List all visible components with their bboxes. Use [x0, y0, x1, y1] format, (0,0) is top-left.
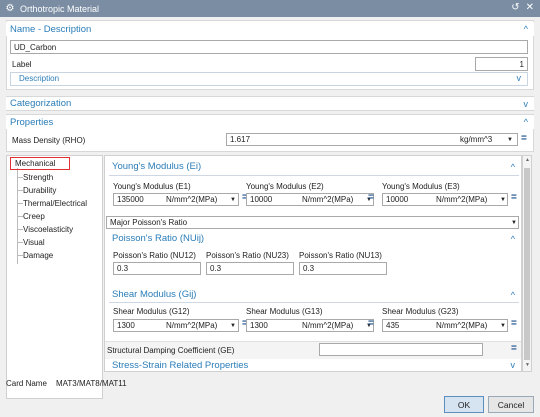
dropdown-arrow-icon[interactable]: ▼: [230, 323, 236, 329]
e1-value: 135000: [117, 195, 144, 204]
nu13-input[interactable]: 0.3: [299, 262, 387, 275]
chevron-up-icon[interactable]: ^: [511, 162, 515, 172]
dropdown-arrow-icon[interactable]: ▼: [511, 220, 517, 226]
tree-item-thermal-electrical[interactable]: Thermal/Electrical: [23, 198, 87, 209]
cancel-button[interactable]: Cancel: [488, 396, 534, 413]
chevron-up-icon[interactable]: ^: [511, 234, 515, 244]
g12-unit: N/mm^2(MPa): [166, 321, 218, 330]
tree-item-visual[interactable]: Visual: [23, 237, 45, 248]
label-input[interactable]: 1: [475, 57, 528, 71]
chevron-down-icon[interactable]: v: [511, 360, 516, 370]
formula-button-icon[interactable]: =: [368, 318, 374, 329]
formula-button-icon[interactable]: =: [511, 343, 517, 354]
e1-field[interactable]: 135000 N/mm^2(MPa) ▼: [113, 193, 239, 206]
category-tree: Mechanical Strength Durability Thermal/E…: [6, 155, 103, 399]
properties-header[interactable]: Properties ^: [6, 115, 534, 129]
nu12-label: Poisson's Ratio (NU12): [113, 251, 196, 260]
poisson-ratio-title: Poisson's Ratio (NUij): [112, 233, 205, 244]
damping-input[interactable]: [319, 343, 483, 356]
label-caption: Label: [12, 60, 32, 69]
tree-item-durability[interactable]: Durability: [23, 185, 56, 196]
mass-density-unit: kg/mm^3: [460, 135, 493, 144]
tree-item-strength[interactable]: Strength: [23, 172, 53, 183]
name-description-header[interactable]: Name - Description ^: [6, 22, 534, 36]
stress-strain-title: Stress-Strain Related Properties: [112, 360, 249, 371]
description-label: Description: [19, 74, 60, 83]
card-name-label: Card Name: [6, 379, 47, 388]
mass-density-label: Mass Density (RHO): [12, 136, 86, 145]
tree-item-viscoelasticity[interactable]: Viscoelasticity: [23, 224, 73, 235]
e3-label: Young's Modulus (E3): [382, 182, 460, 191]
categorization-header[interactable]: Categorization v: [6, 96, 534, 111]
g12-label: Shear Modulus (G12): [113, 307, 190, 316]
g23-unit: N/mm^2(MPa): [436, 321, 488, 330]
chevron-down-icon[interactable]: v: [517, 73, 522, 83]
categorization-title: Categorization: [10, 98, 72, 109]
card-name-value: MAT3/MAT8/MAT11: [56, 379, 127, 388]
damping-label: Structural Damping Coefficient (GE): [107, 346, 235, 355]
description-row[interactable]: Description v: [10, 72, 528, 86]
close-icon[interactable]: ✕: [526, 2, 534, 13]
e2-field[interactable]: 10000 N/mm^2(MPa) ▼: [246, 193, 374, 206]
g13-value: 1300: [250, 321, 268, 330]
nu23-input[interactable]: 0.3: [206, 262, 294, 275]
g13-unit: N/mm^2(MPa): [302, 321, 354, 330]
g23-value: 435: [386, 321, 400, 330]
name-description-title: Name - Description: [10, 23, 92, 35]
mass-density-field[interactable]: 1.617 kg/mm^3 ▼: [226, 133, 518, 146]
chevron-down-icon[interactable]: v: [524, 99, 529, 109]
window-title: Orthotropic Material: [20, 3, 100, 14]
e2-value: 10000: [250, 195, 273, 204]
e3-unit: N/mm^2(MPa): [436, 195, 488, 204]
title-bar: ⚙ Orthotropic Material ↺ ✕: [0, 0, 540, 17]
g23-field[interactable]: 435 N/mm^2(MPa) ▼: [382, 319, 508, 332]
e2-label: Young's Modulus (E2): [246, 182, 324, 191]
nu13-label: Poisson's Ratio (NU13): [299, 251, 382, 260]
properties-title: Properties: [10, 116, 54, 128]
gear-icon: ⚙: [5, 3, 15, 14]
scrollbar[interactable]: ▲ ▼: [522, 155, 532, 372]
tree-item-creep[interactable]: Creep: [23, 211, 45, 222]
divider: [109, 175, 519, 176]
g13-field[interactable]: 1300 N/mm^2(MPa) ▼: [246, 319, 374, 332]
scroll-down-icon[interactable]: ▼: [525, 362, 530, 368]
nu23-label: Poisson's Ratio (NU23): [206, 251, 289, 260]
nu12-input[interactable]: 0.3: [113, 262, 201, 275]
chevron-up-icon[interactable]: ^: [524, 117, 528, 127]
mechanical-properties-area: Young's Modulus (Ei) ^ Young's Modulus (…: [104, 155, 522, 372]
dropdown-arrow-icon[interactable]: ▼: [230, 197, 236, 203]
g13-label: Shear Modulus (G13): [246, 307, 323, 316]
ok-button[interactable]: OK: [444, 396, 484, 413]
formula-button-icon[interactable]: =: [511, 192, 517, 203]
poisson-mode-value: Major Poisson's Ratio: [110, 218, 188, 227]
e3-value: 10000: [386, 195, 409, 204]
youngs-modulus-title: Young's Modulus (Ei): [112, 161, 202, 172]
dropdown-arrow-icon[interactable]: ▼: [500, 323, 506, 329]
g12-field[interactable]: 1300 N/mm^2(MPa) ▼: [113, 319, 239, 332]
e3-field[interactable]: 10000 N/mm^2(MPa) ▼: [382, 193, 508, 206]
g23-label: Shear Modulus (G23): [382, 307, 459, 316]
dropdown-arrow-icon[interactable]: ▼: [500, 197, 506, 203]
formula-button-icon[interactable]: =: [368, 192, 374, 203]
reset-icon[interactable]: ↺: [511, 2, 519, 13]
dropdown-arrow-icon[interactable]: ▼: [507, 137, 513, 143]
formula-button-icon[interactable]: =: [521, 133, 527, 144]
scrollbar-thumb[interactable]: [524, 168, 530, 360]
g12-value: 1300: [117, 321, 135, 330]
chevron-up-icon[interactable]: ^: [511, 290, 515, 300]
poisson-mode-select[interactable]: Major Poisson's Ratio ▼: [106, 216, 519, 229]
e2-unit: N/mm^2(MPa): [302, 195, 354, 204]
tree-item-damage[interactable]: Damage: [23, 250, 53, 261]
mass-density-value: 1.617: [230, 135, 251, 144]
tree-item-mechanical[interactable]: Mechanical: [15, 158, 55, 169]
e1-unit: N/mm^2(MPa): [166, 195, 218, 204]
shear-modulus-title: Shear Modulus (Gij): [112, 289, 197, 300]
scroll-up-icon[interactable]: ▲: [525, 157, 530, 163]
formula-button-icon[interactable]: =: [511, 318, 517, 329]
name-input[interactable]: UD_Carbon: [10, 40, 528, 54]
divider: [109, 302, 519, 303]
orthotropic-material-dialog: ⚙ Orthotropic Material ↺ ✕ Name - Descri…: [0, 0, 540, 417]
e1-label: Young's Modulus (E1): [113, 182, 191, 191]
chevron-up-icon[interactable]: ^: [524, 24, 528, 34]
